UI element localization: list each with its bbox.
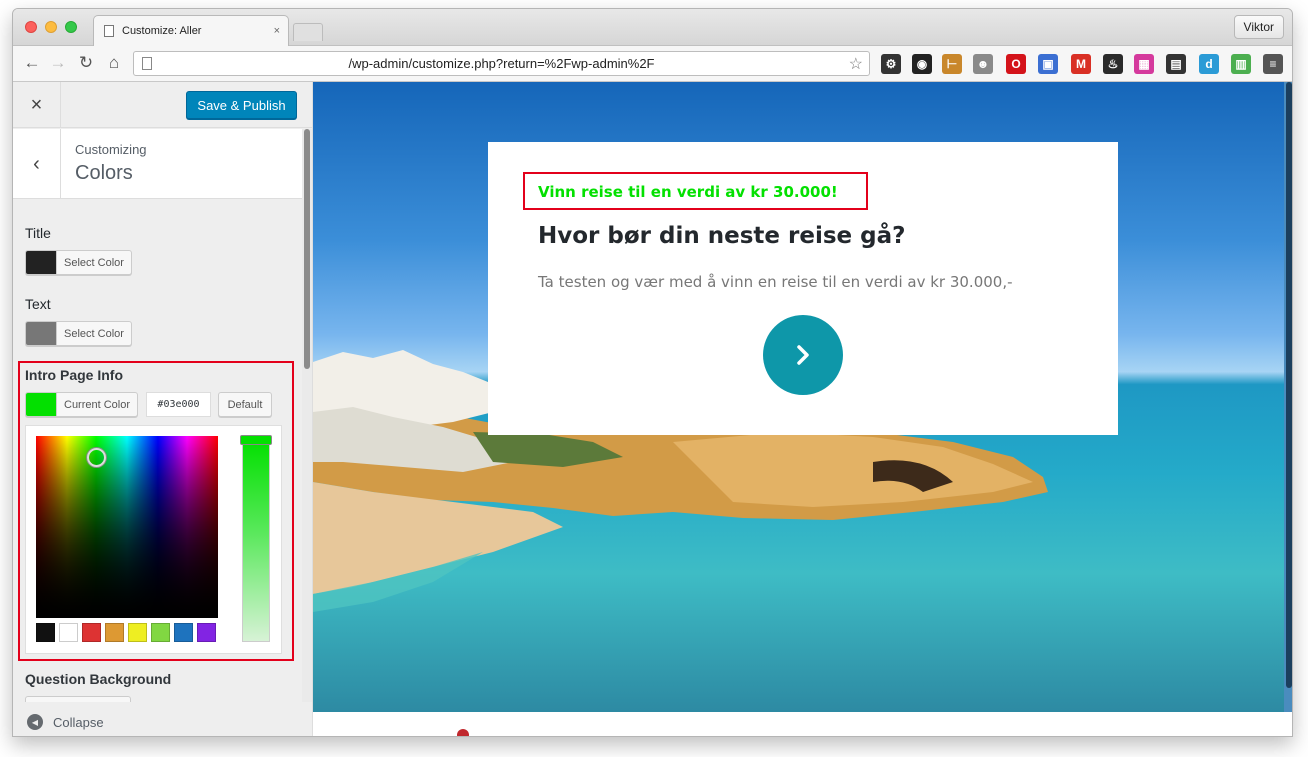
section-header: ‹ Customizing Colors: [13, 129, 303, 199]
profile-button[interactable]: Viktor: [1233, 15, 1284, 39]
tab-close-icon[interactable]: ×: [274, 25, 280, 37]
chevron-right-icon: [797, 345, 809, 365]
window-minimize-button[interactable]: [45, 21, 57, 33]
tab-title: Customize: Aller: [122, 25, 202, 37]
beach-hero-image: Vinn reise til en verdi av kr 30.000! Hv…: [313, 82, 1292, 712]
customizer-header: × Save & Publish: [13, 82, 312, 128]
bookmark-star-icon[interactable]: ☆: [849, 54, 863, 74]
collapse-icon[interactable]: ◀: [27, 714, 43, 730]
site-preview: Vinn reise til en verdi av kr 30.000! Hv…: [313, 82, 1292, 736]
question-background-label: Question Background: [25, 671, 172, 687]
gear-extension-icon[interactable]: ⚙: [881, 54, 901, 74]
sidebar-footer: ◀ Collapse: [13, 702, 312, 736]
d-extension-icon[interactable]: d: [1199, 54, 1219, 74]
preview-scroll-thumb[interactable]: [1286, 82, 1292, 688]
gmail-extension-icon[interactable]: M: [1071, 54, 1091, 74]
title-color-button[interactable]: Select Color: [25, 250, 132, 275]
film-extension-icon[interactable]: ▤: [1166, 54, 1186, 74]
collapse-link[interactable]: Collapse: [53, 715, 104, 730]
title-bar: Customize: Aller × Viktor: [13, 9, 1292, 46]
flame-extension-icon[interactable]: ♨: [1103, 54, 1123, 74]
browser-toolbar: ← → ↻ ⌂ /wp-admin/customize.php?return=%…: [13, 46, 1292, 82]
home-icon[interactable]: ⌂: [103, 52, 125, 74]
gradient-extension-icon[interactable]: ▦: [1134, 54, 1154, 74]
window-extension-icon[interactable]: ▣: [1038, 54, 1058, 74]
new-tab-button[interactable]: [293, 23, 323, 41]
menu-icon[interactable]: ≡: [1263, 54, 1283, 74]
window-close-button[interactable]: [25, 21, 37, 33]
forward-arrow-icon[interactable]: →: [47, 52, 69, 74]
browser-tab[interactable]: Customize: Aller ×: [93, 15, 289, 46]
section-title: Colors: [75, 162, 133, 184]
quiz-description: Ta testen og vær med å vinn en reise til…: [538, 273, 1013, 291]
page-icon: [104, 25, 114, 37]
ruler-extension-icon[interactable]: ⊢: [942, 54, 962, 74]
address-bar[interactable]: /wp-admin/customize.php?return=%2Fwp-adm…: [133, 51, 870, 76]
title-color-label: Title: [25, 225, 51, 241]
back-arrow-icon[interactable]: ←: [21, 52, 43, 74]
color-picker-handle[interactable]: [87, 448, 106, 467]
title-color-swatch: [26, 251, 57, 274]
window-maximize-button[interactable]: [65, 21, 77, 33]
text-color-swatch: [26, 322, 57, 345]
breadcrumb: Customizing: [75, 142, 147, 157]
badge-icon: [457, 729, 469, 736]
url-text: /wp-admin/customize.php?return=%2Fwp-adm…: [348, 56, 655, 71]
intro-card: Vinn reise til en verdi av kr 30.000! Hv…: [488, 142, 1118, 435]
highlight-box-intro-control: [18, 361, 294, 661]
preview-scrollbar[interactable]: [1284, 82, 1292, 712]
highlight-box-intro-text: [523, 172, 868, 210]
close-icon[interactable]: ×: [13, 82, 61, 128]
sidebar-scrollbar[interactable]: [302, 129, 312, 736]
sidebar-scroll-thumb[interactable]: [304, 129, 310, 369]
opera-extension-icon[interactable]: O: [1006, 54, 1026, 74]
save-publish-button[interactable]: Save & Publish: [186, 91, 297, 119]
color-wheel-extension-icon[interactable]: ◉: [912, 54, 932, 74]
text-color-button[interactable]: Select Color: [25, 321, 132, 346]
quiz-title: Hvor bør din neste reise gå?: [538, 223, 906, 249]
robot-extension-icon[interactable]: ☻: [973, 54, 993, 74]
back-chevron-icon[interactable]: ‹: [13, 129, 61, 199]
next-button[interactable]: [763, 315, 843, 395]
text-color-label: Text: [25, 296, 51, 312]
text-color-button-label: Select Color: [64, 327, 124, 340]
page-icon: [142, 57, 152, 70]
browser-window: Customize: Aller × Viktor ← → ↻ ⌂ /wp-ad…: [12, 8, 1293, 737]
page-extension-icon[interactable]: ▥: [1231, 54, 1251, 74]
title-color-button-label: Select Color: [64, 256, 124, 269]
reload-icon[interactable]: ↻: [75, 52, 97, 74]
customizer-sidebar: × Save & Publish ‹ Customizing Colors Ti…: [13, 82, 313, 736]
